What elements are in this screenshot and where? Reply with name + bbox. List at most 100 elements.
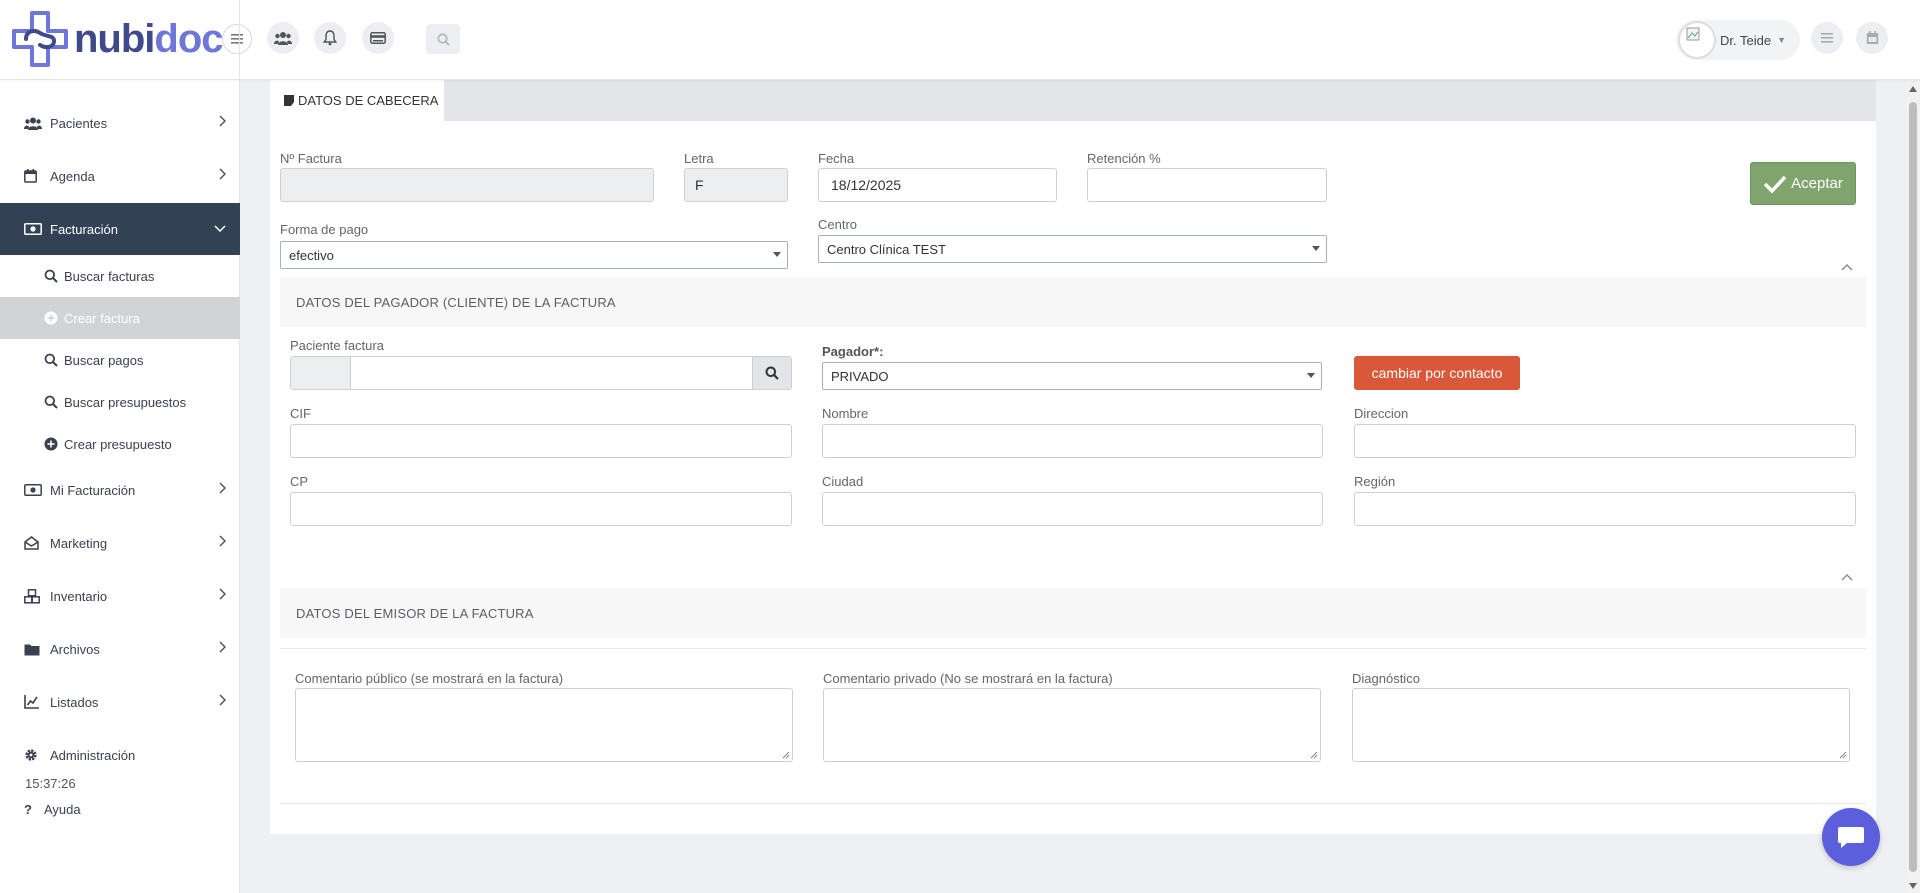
chat-button[interactable]: [1822, 808, 1880, 866]
private-comment-textarea[interactable]: [823, 688, 1321, 762]
resize-grip-icon: [1839, 751, 1847, 759]
letra-field: F: [684, 168, 788, 202]
question-icon: ?: [24, 801, 32, 817]
chevron-right-icon: [219, 168, 226, 180]
hamburger-icon: [1821, 33, 1833, 43]
logo-cross-icon: [12, 11, 68, 67]
sidebar-item-agenda[interactable]: Agenda: [0, 150, 240, 202]
scroll-up-arrow-icon[interactable]: [1909, 86, 1917, 92]
users-icon: [24, 117, 42, 130]
sidebar-item-label: Listados: [50, 694, 99, 710]
user-name: Dr. Teide: [1720, 32, 1772, 48]
private-comment-label: Comentario privado (No se mostrará en la…: [823, 671, 1113, 686]
public-comment-textarea[interactable]: [295, 688, 793, 762]
issuer-section-title: DATOS DEL EMISOR DE LA FACTURA: [296, 605, 534, 621]
sidebar-item-facturacion[interactable]: Facturación: [0, 203, 240, 255]
chevron-right-icon: [219, 482, 226, 494]
plus-circle-icon: [44, 437, 58, 451]
calendar-icon: [24, 169, 37, 183]
sidebar-item-label: Ayuda: [44, 801, 81, 817]
issuer-section-header: DATOS DEL EMISOR DE LA FACTURA: [280, 588, 1866, 638]
sidebar-item-label: Facturación: [50, 221, 118, 237]
cp-label: CP: [290, 474, 309, 489]
page-scrollbar[interactable]: [1906, 80, 1920, 893]
forma-pago-value: efectivo: [289, 247, 334, 263]
sidebar-subitem-buscar-presupuestos[interactable]: Buscar presupuestos: [0, 381, 240, 423]
options-menu-button[interactable]: [1811, 22, 1843, 54]
sidebar-item-listados[interactable]: Listados: [0, 676, 240, 728]
ciudad-label: Ciudad: [822, 474, 864, 489]
patients-shortcut-button[interactable]: [267, 22, 299, 54]
collapse-issuer-icon[interactable]: [1840, 572, 1854, 582]
money-icon: [24, 484, 42, 496]
diagnostico-textarea[interactable]: [1352, 688, 1850, 762]
header-search-button[interactable]: [426, 24, 460, 54]
terminal-button[interactable]: [362, 22, 394, 54]
tab-strip: DATOS DE CABECERA: [270, 80, 1876, 121]
cp-field[interactable]: [290, 492, 792, 526]
sidebar-subitem-buscar-facturas[interactable]: Buscar facturas: [0, 255, 240, 297]
ciudad-field[interactable]: [822, 492, 1323, 526]
sidebar-item-administracion[interactable]: Administración: [0, 729, 240, 781]
chevron-right-icon: [219, 694, 226, 706]
logo-suffix: doc: [154, 16, 223, 61]
form-bottom-divider: [280, 803, 1866, 804]
nombre-label: Nombre: [822, 406, 869, 421]
pagador-select[interactable]: PRIVADO: [822, 362, 1322, 390]
chat-icon: [1838, 827, 1864, 848]
sidebar-subitem-label: Crear presupuesto: [64, 436, 172, 452]
sidebar-item-archivos[interactable]: Archivos: [0, 623, 240, 675]
user-menu[interactable]: Dr. Teide ▼: [1676, 20, 1800, 60]
retencion-field[interactable]: [1087, 168, 1327, 202]
sidebar-item-inventario[interactable]: Inventario: [0, 570, 240, 622]
nubidoc-logo[interactable]: nubidoc: [12, 10, 224, 68]
dropdown-arrow-icon: [773, 252, 781, 257]
cif-field[interactable]: [290, 424, 792, 458]
users-icon: [274, 32, 292, 45]
payer-section-header: DATOS DEL PAGADOR (CLIENTE) DE LA FACTUR…: [280, 277, 1866, 327]
pagador-value: PRIVADO: [831, 368, 889, 384]
paciente-search-button[interactable]: [752, 357, 791, 389]
credit-card-icon: [370, 32, 386, 44]
caret-down-icon: ▼: [1777, 35, 1786, 45]
envelope-open-icon: [24, 536, 39, 550]
scroll-down-arrow-icon[interactable]: [1909, 883, 1917, 889]
collapse-payer-icon[interactable]: [1840, 262, 1854, 272]
direccion-label: Direccion: [1354, 406, 1409, 421]
change-contact-button[interactable]: cambiar por contacto: [1354, 356, 1520, 390]
chevron-down-icon: [214, 225, 226, 232]
notifications-button[interactable]: [314, 22, 346, 54]
direccion-field[interactable]: [1354, 424, 1856, 458]
cif-label: CIF: [290, 406, 311, 421]
region-field[interactable]: [1354, 492, 1856, 526]
sidebar-subitem-crear-presupuesto[interactable]: Crear presupuesto: [0, 423, 240, 465]
sidebar-item-pacientes[interactable]: Pacientes: [0, 97, 240, 149]
public-comment-label: Comentario público (se mostrará en la fa…: [295, 671, 564, 686]
paciente-id-field[interactable]: [291, 357, 351, 389]
accept-button[interactable]: Aceptar: [1750, 162, 1856, 205]
resize-grip-icon: [782, 751, 790, 759]
folder-icon: [24, 644, 40, 655]
clock: 15:37:26: [25, 776, 76, 791]
broken-image-icon: [1686, 27, 1700, 41]
sidebar-item-mi-facturacion[interactable]: Mi Facturación: [0, 464, 240, 516]
sidebar-item-marketing[interactable]: Marketing: [0, 517, 240, 569]
chart-line-icon: [24, 695, 39, 709]
calendar-shortcut-button[interactable]: [1856, 22, 1888, 54]
nombre-field[interactable]: [822, 424, 1323, 458]
money-icon: [24, 223, 42, 235]
scrollbar-thumb[interactable]: [1909, 102, 1917, 872]
sidebar-item-label: Mi Facturación: [50, 482, 136, 498]
sidebar-item-label: Inventario: [50, 588, 108, 604]
nfactura-label: Nº Factura: [280, 151, 342, 166]
sidebar-subitem-buscar-pagos[interactable]: Buscar pagos: [0, 339, 240, 381]
tab-datos-cabecera[interactable]: DATOS DE CABECERA: [270, 80, 444, 121]
fecha-field[interactable]: 18/12/2025: [818, 168, 1057, 202]
centro-select[interactable]: Centro Clínica TEST: [818, 235, 1327, 263]
paciente-factura-search: [290, 356, 792, 390]
search-icon: [44, 353, 58, 367]
sidebar-subitem-crear-factura[interactable]: Crear factura: [0, 297, 240, 339]
menu-toggle-button[interactable]: [222, 24, 252, 54]
forma-pago-select[interactable]: efectivo: [280, 241, 788, 269]
gear-icon: [25, 749, 37, 761]
